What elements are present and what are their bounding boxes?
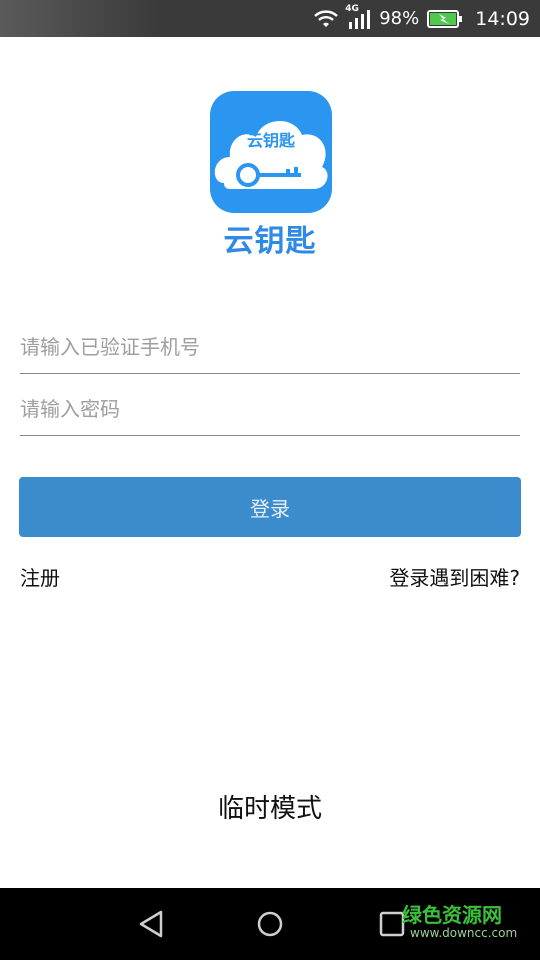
- back-icon[interactable]: [135, 908, 167, 944]
- password-input[interactable]: [20, 382, 520, 436]
- register-link[interactable]: 注册: [20, 562, 60, 591]
- battery-charging-icon: [427, 9, 463, 29]
- app-name: 云钥匙: [223, 224, 317, 259]
- home-icon[interactable]: [254, 908, 286, 944]
- app-logo: 云钥匙: [210, 91, 332, 213]
- logo-text: 云钥匙: [247, 131, 296, 150]
- signal-icon: 4G: [345, 4, 371, 30]
- clock: 14:09: [475, 7, 530, 30]
- watermark-url: www.downcc.com: [410, 926, 518, 940]
- temporary-mode-button[interactable]: 临时模式: [0, 788, 540, 825]
- watermark-title: 绿色资源网: [402, 903, 502, 927]
- login-button[interactable]: 登录: [19, 477, 521, 537]
- network-type-label: 4G: [345, 3, 359, 14]
- status-bar: 4G 98% 14:09: [0, 0, 540, 37]
- status-icons: 4G 98% 14:09: [313, 0, 530, 37]
- login-help-link[interactable]: 登录遇到困难?: [389, 562, 520, 591]
- watermark: 绿色资源网 www.downcc.com: [402, 904, 532, 940]
- phone-input[interactable]: [20, 320, 520, 374]
- wifi-icon: [313, 9, 339, 29]
- battery-percent: 98%: [379, 8, 420, 29]
